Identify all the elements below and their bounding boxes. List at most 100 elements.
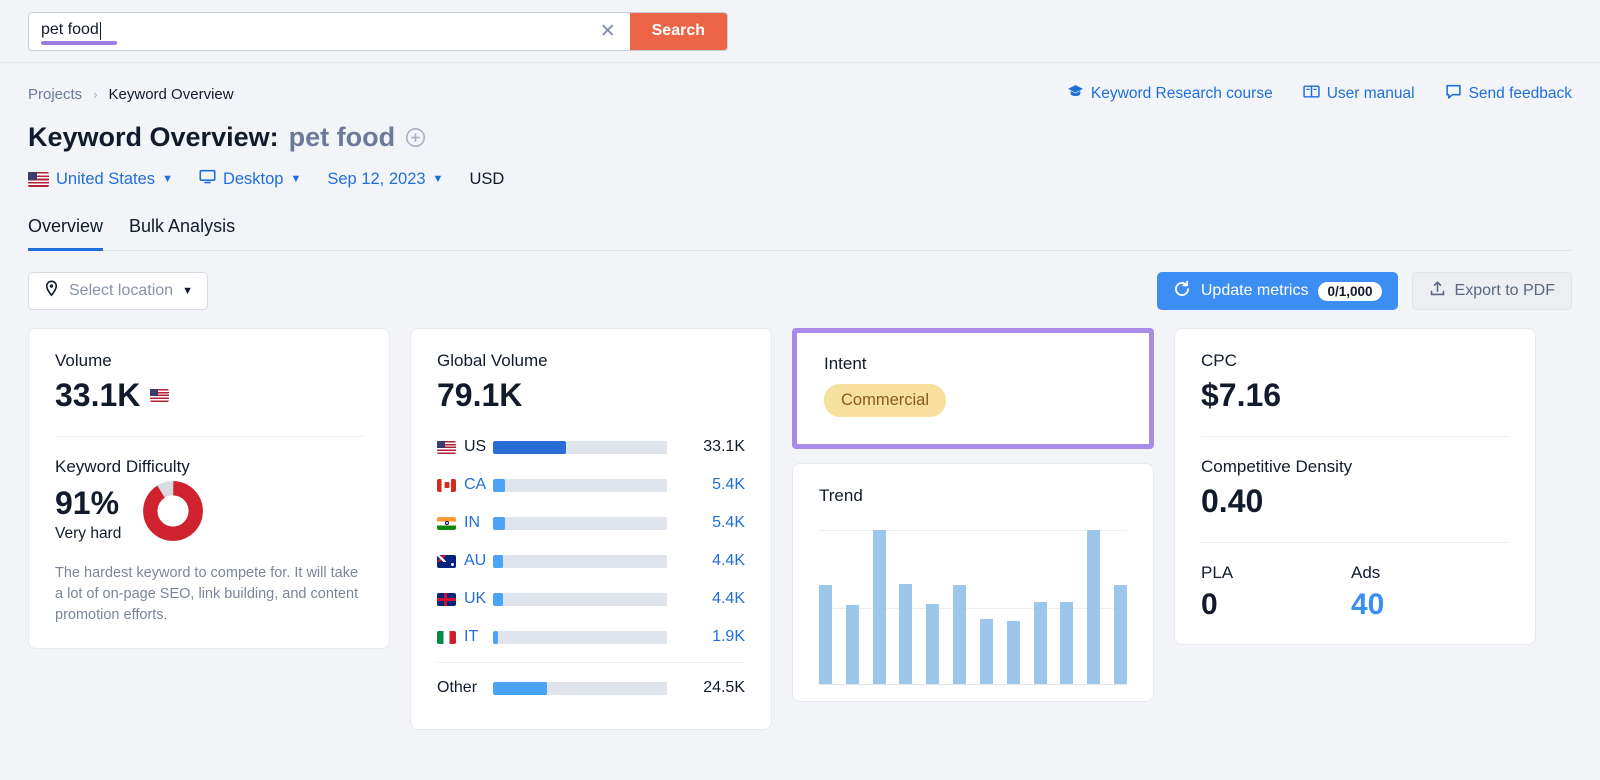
volume-bar-fill	[493, 554, 504, 568]
export-pdf-label: Export to PDF	[1454, 282, 1555, 299]
breadcrumb-projects[interactable]: Projects	[28, 86, 82, 103]
global-volume-label: Global Volume	[437, 351, 548, 370]
volume-bar-fill	[493, 630, 499, 644]
country-code-label: CA	[464, 476, 487, 493]
user-manual-link[interactable]: User manual	[1303, 83, 1415, 105]
other-volume-value: 24.5K	[703, 679, 745, 696]
keyword-difficulty-description: The hardest keyword to compete for. It w…	[55, 565, 359, 624]
keyword-difficulty-rating: Very hard	[55, 524, 122, 542]
list-item: IT 1.9K	[437, 618, 745, 656]
cpc-column: CPC $7.16 Competitive Density 0.40 PLA 0…	[1174, 328, 1536, 645]
country-volume-value[interactable]: 1.9K	[683, 628, 745, 646]
country-filter[interactable]: United States ▼	[28, 170, 173, 189]
country-volume-value[interactable]: 5.4K	[683, 514, 745, 532]
global-volume-column: Global Volume 79.1K US 33.1K CA 5.4K IN …	[410, 328, 772, 730]
country-code-label: UK	[464, 590, 487, 607]
country-code-in[interactable]: IN	[437, 514, 493, 532]
us-flag-icon	[28, 171, 49, 187]
country-code-label: IT	[464, 628, 479, 645]
toolbar-actions: Update metrics 0/1,000 Export to PDF	[1156, 272, 1572, 310]
keyword-difficulty-label: Keyword Difficulty	[55, 457, 190, 476]
trend-bar	[845, 605, 859, 684]
trend-bar	[926, 603, 940, 684]
other-label: Other	[437, 679, 478, 696]
search-input[interactable]: pet food	[29, 13, 586, 50]
speech-bubble-icon	[1445, 83, 1462, 105]
us-flag-icon	[437, 440, 456, 454]
ads-label: Ads	[1351, 563, 1381, 582]
trend-bar	[1006, 620, 1020, 684]
intent-card-highlight: Intent Commercial	[792, 328, 1154, 449]
update-metrics-label: Update metrics	[1200, 282, 1309, 299]
chevron-down-icon: ▼	[290, 173, 302, 185]
help-links: Keyword Research course User manual Send…	[1067, 83, 1572, 105]
volume-bar-fill	[493, 681, 547, 695]
country-code-it[interactable]: IT	[437, 628, 493, 646]
page-title: Keyword Overview: pet food	[28, 122, 1572, 153]
book-icon	[1303, 83, 1320, 105]
au-flag-icon	[437, 554, 456, 568]
country-filter-label: United States	[56, 169, 156, 188]
search-button[interactable]: Search	[629, 12, 727, 50]
cpc-value: $7.16	[1201, 377, 1282, 413]
list-item-other: Other 24.5K	[437, 669, 745, 707]
volume-bar-track	[493, 592, 667, 606]
cpc-label: CPC	[1201, 351, 1237, 370]
card-divider	[1201, 542, 1509, 543]
it-flag-icon	[437, 630, 456, 644]
device-filter[interactable]: Desktop ▼	[199, 168, 301, 190]
country-volume-value[interactable]: 4.4K	[683, 552, 745, 570]
send-feedback-link[interactable]: Send feedback	[1445, 83, 1572, 105]
country-code-uk[interactable]: UK	[437, 590, 493, 608]
search-box[interactable]: pet food ✕ Search	[28, 11, 728, 51]
page-title-keyword: pet food	[288, 122, 396, 152]
location-select[interactable]: Select location ▼	[28, 272, 208, 310]
date-filter-label: Sep 12, 2023	[327, 169, 426, 188]
list-item: UK 4.4K	[437, 580, 745, 618]
metrics-cards: Volume 33.1K Keyword Difficulty 91% Very…	[28, 328, 1572, 730]
pla-label: PLA	[1201, 563, 1234, 582]
pla-block: PLA 0	[1201, 563, 1351, 622]
text-caret	[99, 22, 101, 40]
filters-row: United States ▼ Desktop ▼ Sep 12, 2023 ▼…	[28, 168, 1572, 190]
global-volume-list: US 33.1K CA 5.4K IN 5.4K AU 4.4K UK 4.4K…	[437, 428, 745, 707]
clear-icon[interactable]: ✕	[586, 13, 630, 50]
update-metrics-badge: 0/1,000	[1318, 281, 1382, 301]
country-code-ca[interactable]: CA	[437, 476, 493, 494]
trend-bar	[1087, 530, 1101, 684]
volume-label: Volume	[55, 351, 112, 370]
export-pdf-button[interactable]: Export to PDF	[1411, 272, 1572, 310]
volume-bar-track	[493, 554, 667, 568]
country-volume-value[interactable]: 4.4K	[683, 590, 745, 608]
competitive-density-label: Competitive Density	[1201, 457, 1353, 476]
list-item: IN 5.4K	[437, 504, 745, 542]
country-code-label: IN	[464, 514, 480, 531]
tab-bulk-analysis[interactable]: Bulk Analysis	[129, 216, 235, 251]
card-divider	[55, 436, 363, 437]
update-metrics-button[interactable]: Update metrics 0/1,000	[1156, 272, 1398, 310]
send-feedback-label: Send feedback	[1468, 85, 1572, 102]
volume-bar-track	[493, 681, 667, 695]
monitor-icon	[199, 168, 216, 190]
tab-overview[interactable]: Overview	[28, 216, 104, 251]
plus-circle-icon[interactable]	[405, 127, 426, 148]
volume-bar-track	[493, 478, 667, 492]
card-divider	[1201, 436, 1509, 437]
global-volume-value: 79.1K	[437, 377, 523, 413]
trend-card: Trend	[792, 463, 1154, 702]
country-volume-value: 33.1K	[703, 438, 745, 455]
keyword-difficulty-text: 91% Very hard	[55, 485, 121, 543]
keyword-difficulty-percent: 91%	[55, 484, 120, 521]
list-item: AU 4.4K	[437, 542, 745, 580]
intent-badge[interactable]: Commercial	[824, 384, 947, 417]
keyword-research-course-link[interactable]: Keyword Research course	[1067, 83, 1273, 105]
trend-chart	[819, 530, 1127, 685]
user-manual-label: User manual	[1326, 85, 1415, 102]
ads-value[interactable]: 40	[1351, 588, 1501, 622]
intent-trend-column: Intent Commercial Trend	[792, 328, 1154, 702]
country-code-au[interactable]: AU	[437, 552, 493, 570]
chevron-down-icon: ▼	[182, 285, 193, 297]
country-volume-value[interactable]: 5.4K	[683, 476, 745, 494]
date-filter[interactable]: Sep 12, 2023 ▼	[327, 170, 443, 189]
list-divider	[437, 662, 745, 663]
